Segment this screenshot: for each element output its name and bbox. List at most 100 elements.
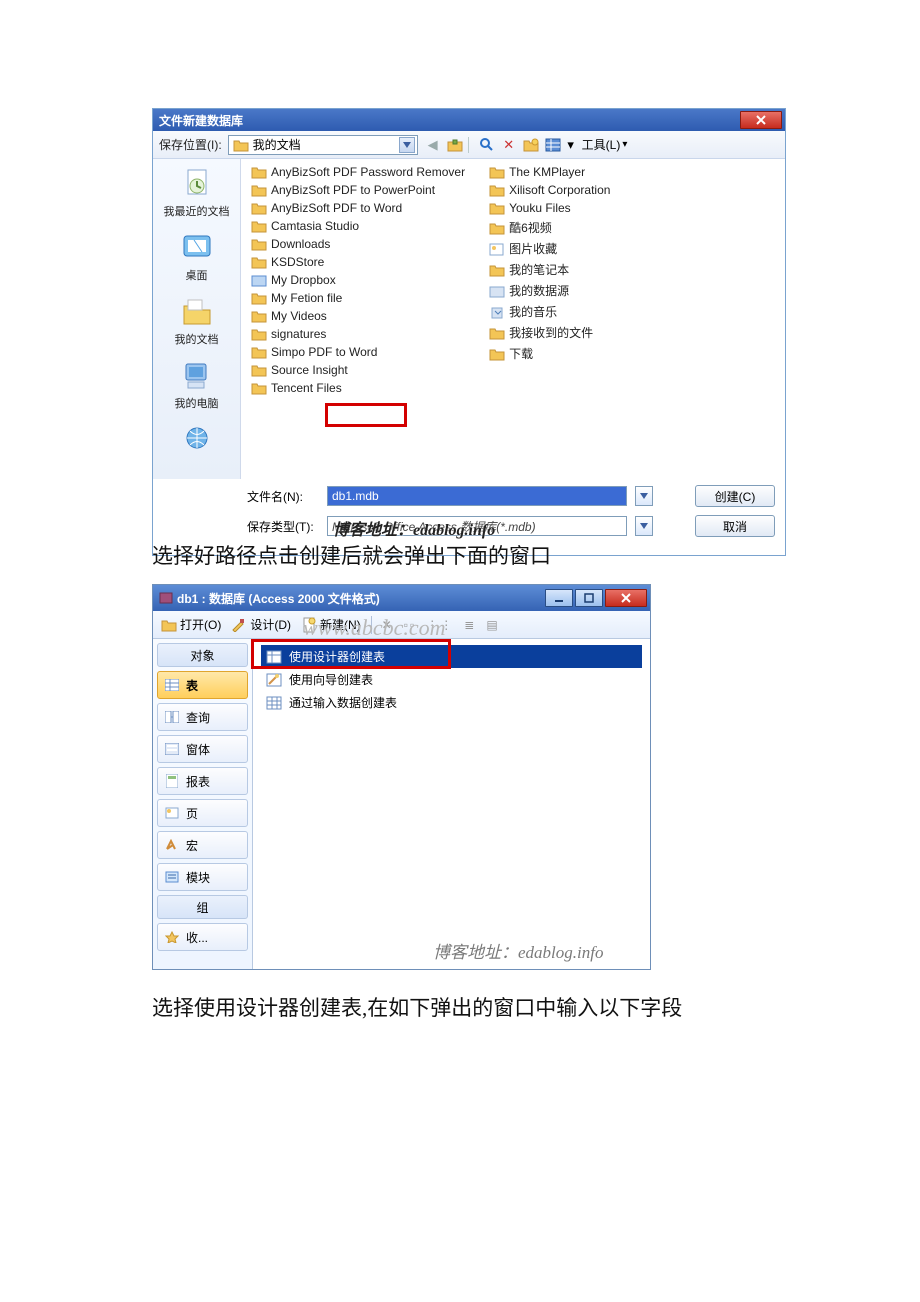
query-icon [165, 711, 179, 723]
folder-item[interactable]: 图片收藏 [489, 240, 610, 257]
folder-item[interactable]: My Dropbox [251, 273, 465, 287]
new-button[interactable]: 新建(N) [301, 616, 361, 633]
up-folder-icon[interactable] [446, 136, 464, 154]
back-icon[interactable]: ◀ [424, 136, 442, 154]
folder-item[interactable]: 下载 [489, 345, 610, 362]
desktop-icon [180, 232, 214, 264]
minimize-button[interactable] [545, 589, 573, 607]
folder-item[interactable]: Camtasia Studio [251, 219, 465, 233]
save-in-value: 我的文档 [253, 136, 301, 153]
filename-input[interactable] [327, 486, 627, 506]
chevron-down-icon: ▾ [566, 136, 576, 154]
place-mydocs[interactable]: 我的文档 [153, 295, 240, 347]
nav-reports[interactable]: 报表 [157, 767, 248, 795]
folder-item[interactable]: Tencent Files [251, 381, 465, 395]
nav-tables[interactable]: 表 [157, 671, 248, 699]
watermark-bottom: 博客地址：edablog.info [433, 938, 603, 963]
delete-icon[interactable]: ✕ [382, 618, 394, 632]
folder-item[interactable]: AnyBizSoft PDF to PowerPoint [251, 183, 465, 197]
save-in-label: 保存位置(I): [159, 136, 222, 153]
folder-item[interactable]: Simpo PDF to Word [251, 345, 465, 359]
folder-icon [489, 201, 505, 215]
view-details-icon[interactable]: ▤ [486, 618, 499, 632]
folder-item[interactable]: KSDStore [251, 255, 465, 269]
place-mycomputer[interactable]: 我的电脑 [153, 359, 240, 411]
folder-icon [489, 242, 505, 256]
place-network[interactable] [153, 423, 240, 459]
new-icon [302, 617, 316, 633]
separator [468, 137, 474, 153]
folder-icon [251, 273, 267, 287]
folder-item[interactable]: Source Insight [251, 363, 465, 377]
folder-item[interactable]: 酷6视频 [489, 219, 610, 236]
folder-icon [489, 183, 505, 197]
favorites-icon [165, 931, 179, 943]
watermark-overlay: 博客地址：edablog.info [333, 516, 495, 540]
module-icon [165, 871, 179, 883]
caption-1: 选择好路径点击创建后就会弹出下面的窗口 [152, 540, 551, 570]
view-list-icon[interactable]: ≣ [464, 618, 476, 632]
create-table-designer[interactable]: 使用设计器创建表 [261, 645, 642, 668]
nav-queries[interactable]: 查询 [157, 703, 248, 731]
cancel-button[interactable]: 取消 [695, 515, 775, 537]
folder-item[interactable]: Downloads [251, 237, 465, 251]
folder-item[interactable]: The KMPlayer [489, 165, 610, 179]
create-table-input[interactable]: 通过输入数据创建表 [261, 691, 642, 714]
views-icon[interactable] [544, 136, 562, 154]
folder-item[interactable]: 我的数据源 [489, 282, 610, 299]
folder-item[interactable]: signatures [251, 327, 465, 341]
folder-item[interactable]: My Videos [251, 309, 465, 323]
folder-icon [251, 309, 267, 323]
place-recent[interactable]: 我最近的文档 [153, 167, 240, 219]
places-bar: 我最近的文档 桌面 我的文档 我的电脑 [153, 159, 241, 479]
nav-forms[interactable]: 窗体 [157, 735, 248, 763]
create-button[interactable]: 创建(C) [695, 485, 775, 507]
dialog1-titlebar: 文件新建数据库 [153, 109, 785, 131]
my-computer-icon [180, 360, 214, 392]
folder-item[interactable]: AnyBizSoft PDF to Word [251, 201, 465, 215]
folder-icon [251, 165, 267, 179]
chevron-down-icon [640, 523, 648, 529]
save-in-dropdown[interactable]: 我的文档 [228, 135, 418, 155]
open-button[interactable]: 打开(O) [161, 616, 221, 633]
dialog1-toolbar-icons: ◀ ✕ ▾ [424, 136, 576, 154]
maximize-icon [584, 593, 594, 603]
file-list-pane[interactable]: AnyBizSoft PDF Password Remover AnyBizSo… [241, 159, 785, 479]
folder-icon [233, 138, 249, 152]
folder-icon [489, 326, 505, 340]
view-large-icons-icon[interactable]: ▫▫ [404, 618, 417, 632]
designer-icon [266, 650, 282, 664]
filename-label: 文件名(N): [247, 488, 319, 505]
new-folder-icon[interactable] [522, 136, 540, 154]
folder-item[interactable]: 我的笔记本 [489, 261, 610, 278]
nav-pages[interactable]: 页 [157, 799, 248, 827]
maximize-button[interactable] [575, 589, 603, 607]
folder-item[interactable]: Youku Files [489, 201, 610, 215]
filetype-dropdown[interactable] [635, 516, 653, 536]
folder-item[interactable]: Xilisoft Corporation [489, 183, 610, 197]
view-small-icons-icon[interactable]: ⋮⋮ [426, 618, 454, 632]
delete-icon[interactable]: ✕ [500, 136, 518, 154]
nav-modules[interactable]: 模块 [157, 863, 248, 891]
nav-macros[interactable]: 宏 [157, 831, 248, 859]
create-table-wizard[interactable]: 使用向导创建表 [261, 668, 642, 691]
search-icon[interactable] [478, 136, 496, 154]
folder-item[interactable]: My Fetion file [251, 291, 465, 305]
group-header: 组 [157, 895, 248, 919]
table-icon [165, 679, 179, 691]
filename-dropdown[interactable] [635, 486, 653, 506]
design-button[interactable]: 设计(D) [231, 616, 291, 633]
close-button[interactable] [605, 589, 647, 607]
place-desktop[interactable]: 桌面 [153, 231, 240, 283]
tools-menu[interactable]: 工具(L)▾ [582, 136, 628, 153]
dialog1-close-button[interactable] [740, 111, 782, 129]
folder-item[interactable]: AnyBizSoft PDF Password Remover [251, 165, 465, 179]
nav-favorites[interactable]: 收... [157, 923, 248, 951]
caption-2: 选择使用设计器创建表,在如下弹出的窗口中输入以下字段 [152, 992, 682, 1022]
dialog1-title: 文件新建数据库 [159, 112, 243, 129]
folder-item[interactable]: 我接收到的文件 [489, 324, 610, 341]
close-icon [756, 115, 766, 125]
folder-icon [251, 219, 267, 233]
dialog2-body: 对象 表 查询 窗体 报表 页 宏 模块 组 收... 使用设计器创建表 使用向… [153, 639, 650, 969]
folder-item[interactable]: 我的音乐 [489, 303, 610, 320]
